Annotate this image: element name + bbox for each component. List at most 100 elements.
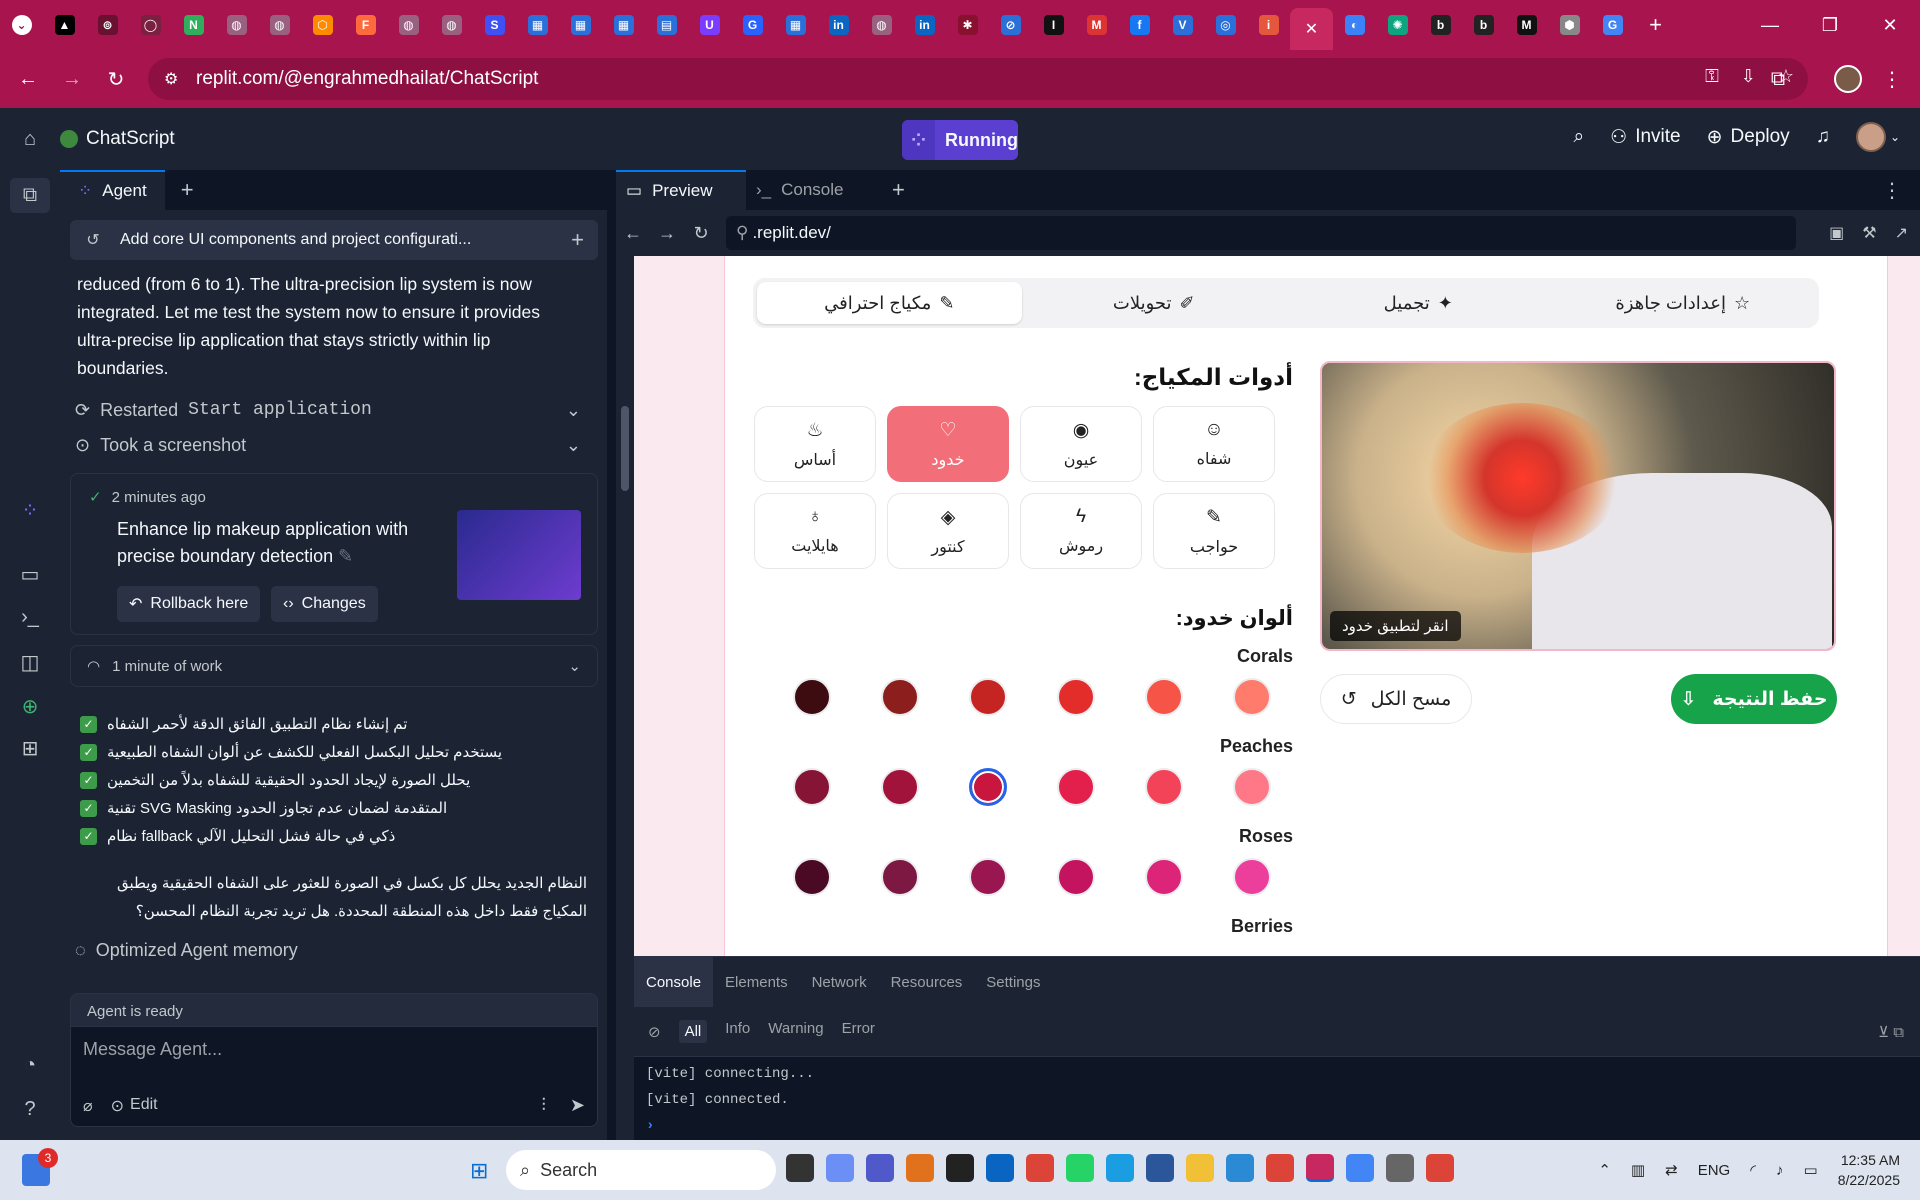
devtools-tab[interactable]: Network	[800, 957, 879, 1007]
color-swatch[interactable]	[1145, 858, 1183, 896]
search-icon[interactable]: ⌕	[1574, 126, 1585, 148]
save-result-button[interactable]: حفظ النتيجة ⇩	[1671, 674, 1837, 724]
forward-icon[interactable]: →	[650, 223, 684, 244]
word-icon[interactable]	[1146, 1154, 1174, 1182]
outlook-icon[interactable]	[986, 1154, 1014, 1182]
tab-agent[interactable]: ⁘ Agent	[60, 170, 165, 210]
color-swatch[interactable]	[1233, 678, 1271, 716]
install-app-icon[interactable]: ⇩	[1741, 66, 1756, 87]
browser-tab[interactable]: I	[1032, 0, 1075, 50]
tool-button[interactable]: ✎ حواجب	[1153, 493, 1275, 569]
browser-tab[interactable]: i	[1247, 0, 1290, 50]
browser-tab[interactable]: ⬡	[301, 0, 344, 50]
browser-tab[interactable]: ▦	[774, 0, 817, 50]
tool-button[interactable]: ♡ خدود	[887, 406, 1009, 482]
changes-button[interactable]: ‹› Changes	[271, 586, 378, 622]
chrome-icon[interactable]	[1306, 1154, 1334, 1182]
color-swatch[interactable]	[969, 858, 1007, 896]
restarted-row[interactable]: ⟳ Restarted Start application ⌄	[75, 395, 591, 425]
explorer-icon[interactable]	[1186, 1154, 1214, 1182]
wifi-icon[interactable]: ◜	[1750, 1161, 1756, 1179]
color-swatch[interactable]	[969, 678, 1007, 716]
browser-tab[interactable]: ◍	[860, 0, 903, 50]
mode-tab[interactable]: ✎ مكياج احترافي	[757, 282, 1022, 324]
send-icon[interactable]: ➤	[570, 1095, 585, 1116]
devices-icon[interactable]: ▣	[1829, 223, 1844, 243]
browser-tab[interactable]: ◍	[258, 0, 301, 50]
browser-tab[interactable]: M	[1505, 0, 1548, 50]
maximize-button[interactable]: ❐	[1800, 0, 1860, 50]
extensions-icon[interactable]: ⧉	[1756, 68, 1800, 91]
chrome-icon[interactable]	[1026, 1154, 1054, 1182]
browser-tab[interactable]: in	[817, 0, 860, 50]
office-icon[interactable]	[906, 1154, 934, 1182]
site-info-icon[interactable]: ⚙	[164, 69, 178, 89]
color-swatch[interactable]	[1057, 768, 1095, 806]
browser-tab[interactable]: G	[731, 0, 774, 50]
edge-icon[interactable]	[1106, 1154, 1134, 1182]
color-swatch[interactable]	[793, 678, 831, 716]
account-menu[interactable]: ⌄	[1855, 122, 1900, 152]
tool-button[interactable]: ◉ عيون	[1020, 406, 1142, 482]
language-indicator[interactable]: ENG	[1698, 1162, 1731, 1179]
devtools-tab[interactable]: Console	[634, 957, 714, 1007]
home-icon[interactable]: ⌂	[0, 128, 60, 151]
browser-tab[interactable]: ◯	[129, 0, 172, 50]
clock[interactable]: 12:35 AM 8/22/2025	[1838, 1150, 1900, 1190]
browser-tab[interactable]: G	[1591, 0, 1634, 50]
browser-tab[interactable]: ◎	[1204, 0, 1247, 50]
new-tab-button[interactable]: +	[1634, 0, 1677, 50]
taskbar-search[interactable]: ⌕ Search	[506, 1150, 776, 1190]
edit-mode-button[interactable]: ⊙ Edit	[111, 1096, 158, 1116]
mode-tab[interactable]: ✦ تجميل	[1286, 282, 1551, 324]
forward-icon[interactable]: →	[50, 68, 94, 91]
tab-search-button[interactable]: ⌄	[0, 0, 43, 50]
files-icon[interactable]: ⧉	[10, 178, 50, 213]
tray-app-icon[interactable]: ▥	[1631, 1161, 1645, 1179]
preview-scrollbar[interactable]	[616, 256, 634, 956]
browser-tab[interactable]: F	[344, 0, 387, 50]
color-swatch[interactable]	[1145, 768, 1183, 806]
browser-tab[interactable]: ✱	[946, 0, 989, 50]
help-icon[interactable]: ?	[0, 1098, 60, 1121]
browser-tab[interactable]: S	[473, 0, 516, 50]
color-swatch[interactable]	[881, 678, 919, 716]
app-icon[interactable]	[946, 1154, 974, 1182]
chevron-up-icon[interactable]: ⌃	[1598, 1161, 1611, 1179]
deployments-icon[interactable]: ⊕	[0, 694, 60, 719]
browser-tab[interactable]: U	[688, 0, 731, 50]
browser-tab[interactable]: ▦	[559, 0, 602, 50]
chrome-icon[interactable]	[1266, 1154, 1294, 1182]
color-swatch[interactable]	[881, 858, 919, 896]
browser-tab[interactable]: b	[1419, 0, 1462, 50]
mode-tab[interactable]: ☆ إعدادات جاهزة	[1551, 282, 1816, 324]
mode-tab[interactable]: ✐ تحويلات	[1022, 282, 1287, 324]
deploy-button[interactable]: ⊕ Deploy	[1707, 126, 1790, 149]
open-external-icon[interactable]: ↗	[1895, 223, 1908, 243]
tool-button[interactable]: ◈ كنتور	[887, 493, 1009, 569]
thread-header[interactable]: ↺ Add core UI components and project con…	[70, 220, 598, 260]
copilot-icon[interactable]	[826, 1154, 854, 1182]
browser-tab[interactable]: ⊘	[989, 0, 1032, 50]
checkpoint-thumbnail[interactable]	[457, 510, 581, 600]
agent-icon[interactable]: ⁘	[0, 498, 60, 523]
clear-console-icon[interactable]: ⊘	[648, 1023, 661, 1041]
add-tab-button[interactable]: +	[165, 177, 210, 203]
devtools-tab[interactable]: Settings	[974, 957, 1052, 1007]
color-swatch[interactable]	[969, 768, 1007, 806]
attach-icon[interactable]: ⌀	[83, 1096, 93, 1116]
browser-tab[interactable]: M	[1075, 0, 1118, 50]
log-level-filter[interactable]: Error	[842, 1020, 875, 1043]
scroll-thumb[interactable]	[621, 406, 629, 491]
browser-tab[interactable]: ✺	[1376, 0, 1419, 50]
browser-tab[interactable]: ◐	[1333, 0, 1376, 50]
history-icon[interactable]: ↺	[70, 230, 116, 250]
tool-button[interactable]: ♁ هايلايت	[754, 493, 876, 569]
color-swatch[interactable]	[793, 768, 831, 806]
address-bar[interactable]: ⚙ replit.com/@engrahmedhailat/ChatScript…	[148, 58, 1808, 100]
browser-tab[interactable]: ▦	[602, 0, 645, 50]
work-summary[interactable]: ◠ 1 minute of work ⌄	[70, 645, 598, 687]
browser-tab[interactable]: ◍	[430, 0, 473, 50]
minimize-button[interactable]: —	[1740, 0, 1800, 50]
chrome-icon[interactable]	[1346, 1154, 1374, 1182]
